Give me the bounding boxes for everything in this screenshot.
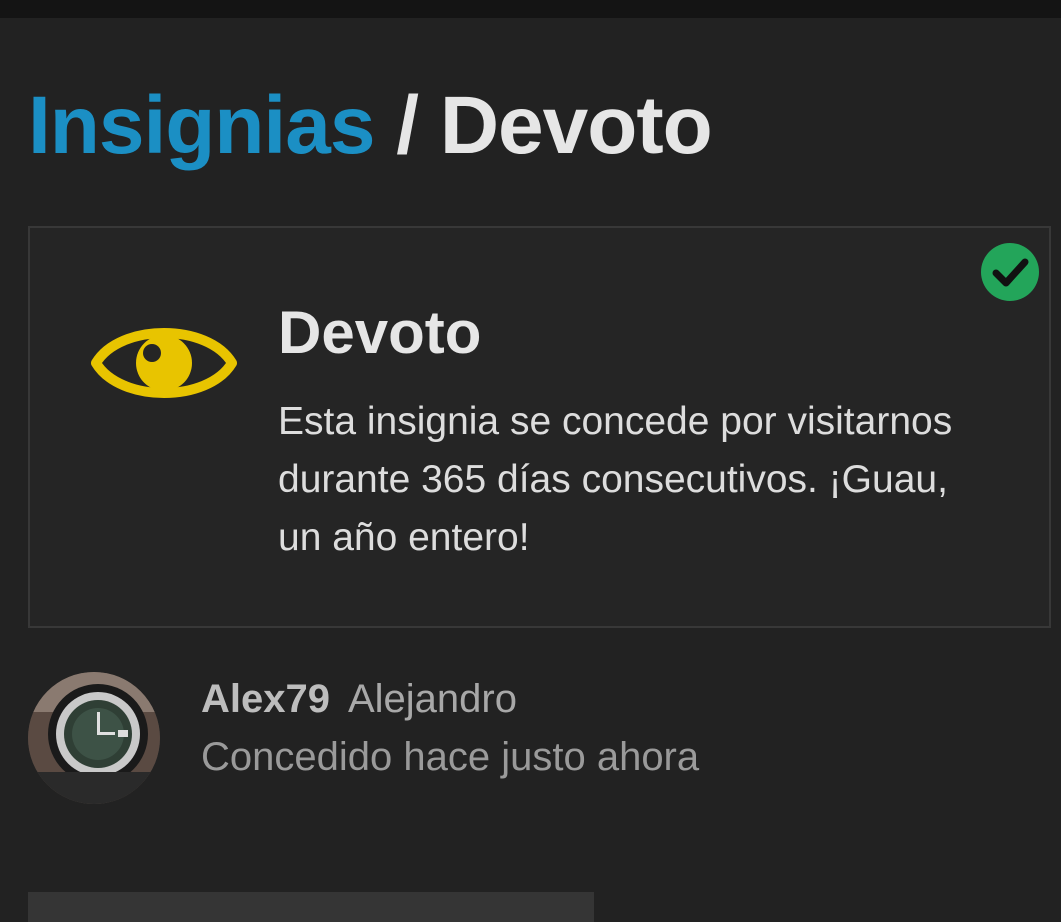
user-grant-row: Alex79 Alejandro Concedido hace justo aho… [28,670,1028,810]
badge-description: Esta insignia se concede por visitarnos … [278,400,953,559]
breadcrumb-current: Devoto [439,80,713,171]
badge-name: Devoto [278,299,482,366]
bottom-panel [28,892,594,922]
check-circle-icon [981,243,1039,301]
page-title: Insignias / Devoto [28,80,713,172]
avatar-watch-image [28,672,160,804]
top-bar [0,0,1061,18]
avatar[interactable] [28,672,160,804]
breadcrumb-badges-link[interactable]: Insignias [28,80,375,171]
breadcrumb-separator: / [396,80,419,171]
user-line: Alex79 Alejandro [201,674,517,724]
badge-card: Devoto Esta insignia se concede por visi… [28,226,1051,628]
eye-icon [91,328,237,398]
user-full-name: Alejandro [347,677,517,721]
username-link[interactable]: Alex79 [201,677,330,721]
granted-time: Concedido hace justo ahora [201,735,700,779]
